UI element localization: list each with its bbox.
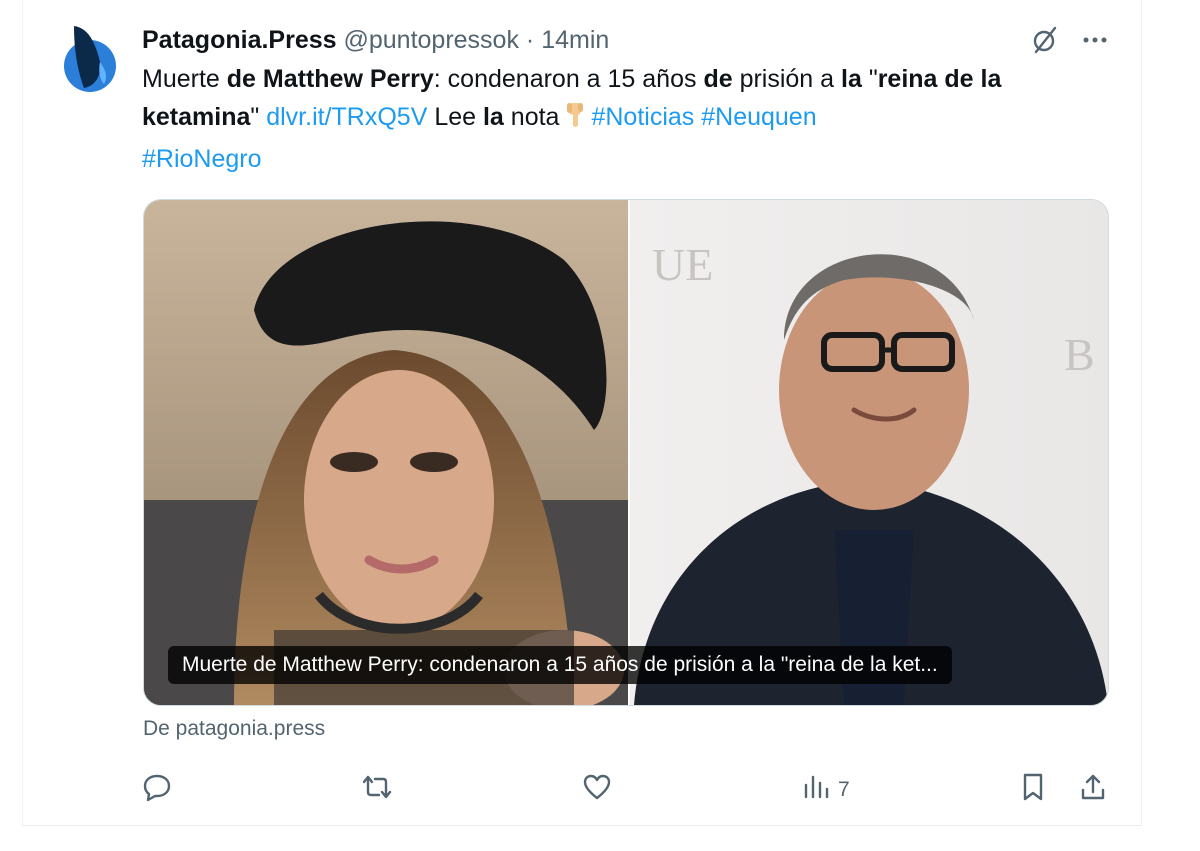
text-segment: ": [250, 103, 267, 131]
timestamp[interactable]: 14min: [541, 26, 609, 54]
grok-icon[interactable]: [1030, 25, 1060, 55]
short-link[interactable]: dlvr.it/TRxQ5V: [266, 103, 427, 131]
views-button[interactable]: 7: [802, 772, 850, 808]
user-handle[interactable]: @puntopressok: [343, 26, 518, 54]
like-button[interactable]: [582, 772, 612, 808]
tweet-header: Patagonia.Press @puntopressok · 14min: [142, 22, 1108, 58]
text-segment: Lee: [427, 103, 483, 131]
link-card-image[interactable]: UE B Muerte de Matthew Perry: condenaron…: [143, 199, 1109, 706]
text-segment: : condenaron a 15 años: [433, 65, 704, 93]
reply-button[interactable]: [142, 772, 172, 808]
more-icon[interactable]: [1082, 35, 1108, 45]
text-segment: Muerte: [142, 65, 227, 93]
separator-dot: ·: [525, 26, 535, 54]
text-bold-segment: la: [482, 103, 504, 131]
display-name[interactable]: Patagonia.Press: [142, 26, 337, 54]
text-bold-segment: de Matthew Perry: [226, 65, 434, 93]
patagonia-press-logo: [64, 26, 116, 92]
tweet-content: Patagonia.Press @puntopressok · 14min Mu…: [142, 22, 1109, 802]
bookmark-icon: [1020, 772, 1046, 808]
repost-button[interactable]: [360, 772, 394, 808]
hashtag-noticias[interactable]: #Noticias: [591, 103, 694, 131]
views-count: 7: [838, 778, 850, 801]
header-actions: [1030, 22, 1108, 58]
svg-text:B: B: [1064, 329, 1095, 380]
page: Patagonia.Press @puntopressok · 14min Mu…: [0, 0, 1200, 851]
avatar[interactable]: [60, 22, 120, 94]
share-button[interactable]: [1078, 772, 1108, 808]
views-icon: [802, 773, 830, 807]
share-icon: [1078, 772, 1108, 808]
tweet-text: Muerte de Matthew Perry: condenaron a 15…: [142, 60, 1108, 178]
retweet-icon: [360, 772, 394, 808]
svg-text:UE: UE: [652, 239, 713, 290]
reply-icon: [142, 772, 172, 808]
text-segment: ": [861, 65, 878, 93]
article-photo: UE B: [144, 200, 1108, 705]
text-segment: prisión a: [732, 65, 842, 93]
text-bold-segment: la: [841, 65, 862, 93]
link-card-title[interactable]: Muerte de Matthew Perry: condenaron a 15…: [168, 646, 952, 684]
text-bold-segment: de: [703, 65, 733, 93]
bookmark-button[interactable]: [1020, 772, 1046, 808]
like-icon: [582, 772, 612, 808]
link-card-source[interactable]: De patagonia.press: [143, 715, 325, 743]
hashtag-neuquen[interactable]: #Neuquen: [701, 103, 816, 131]
pointing-down-emoji-icon: [563, 101, 587, 140]
hashtag-rionegro[interactable]: #RioNegro: [142, 145, 262, 173]
tweet-actions: 7: [142, 772, 1108, 808]
text-segment: nota: [503, 103, 560, 131]
